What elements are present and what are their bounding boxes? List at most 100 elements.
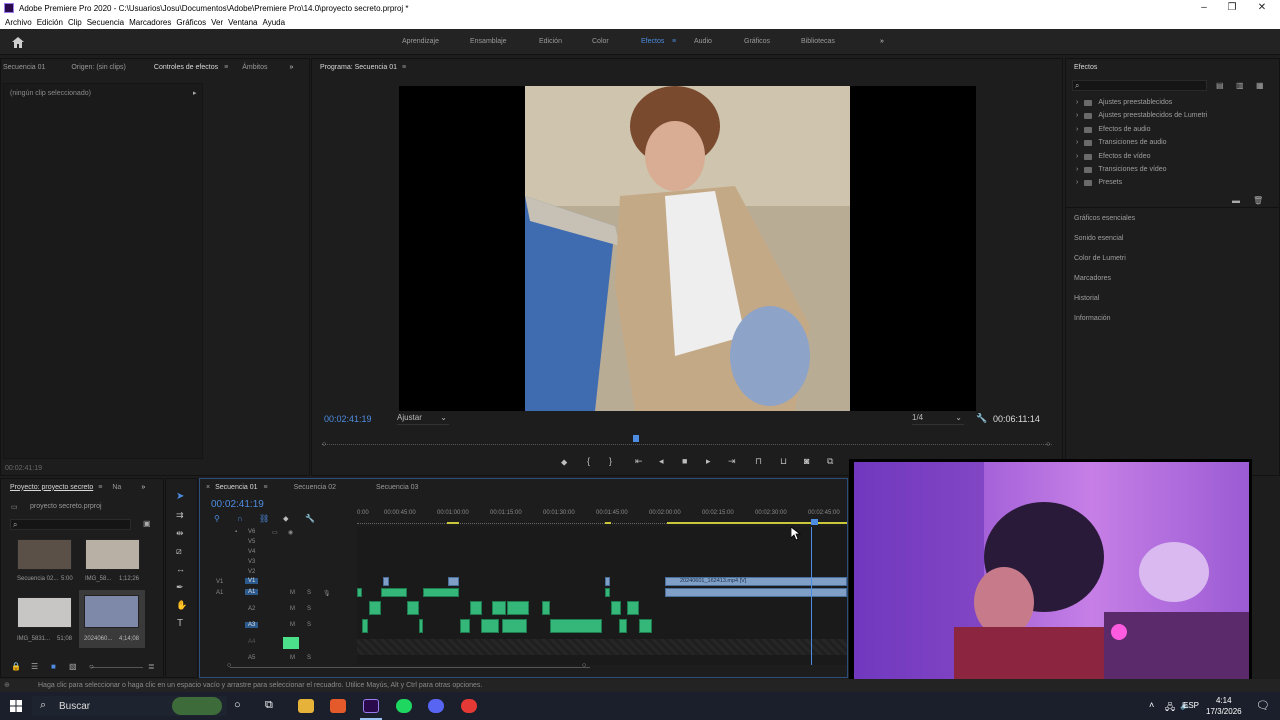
play-icon[interactable]: ▸ [706,456,711,467]
menu-graficos[interactable]: Gráficos [176,18,206,27]
discord-icon[interactable] [428,699,444,713]
project-item-selected[interactable]: 2024060... 4;14;08 [79,590,145,648]
timeline-ruler[interactable]: 0:00 00:00:45:00 00:01:00:00 00:01:15:00… [357,507,847,527]
scrollbar-right-handle[interactable]: ○ [582,662,586,669]
program-menu-icon[interactable]: ≡ [402,64,406,71]
audio-clip[interactable] [627,601,639,615]
timeline-close-icon[interactable]: × [206,484,210,491]
audio-clip[interactable] [460,619,470,633]
workspace-graficos[interactable]: Gráficos [744,38,770,45]
go-to-out-icon[interactable]: ⇥ [728,456,736,467]
tray-chevron-up-icon[interactable]: ˄ [1149,700,1154,710]
lock-icon[interactable]: 🔒 [11,662,21,671]
razor-tool-icon[interactable]: ⧄ [176,546,182,557]
snap-icon[interactable]: ∩ [237,514,243,523]
effects-folder-video-transitions[interactable]: › Transiciones de vídeo [1076,166,1167,173]
tab-media-browser[interactable]: Na [112,484,121,491]
track-area[interactable]: 20240601_162413.mp4 [V] [357,527,847,665]
menu-ventana[interactable]: Ventana [228,18,257,27]
32bit-effects-icon[interactable]: ▥ [1236,81,1244,90]
menu-ver[interactable]: Ver [211,18,223,27]
timeline-playhead[interactable] [811,519,818,525]
tab-secuencia-02[interactable]: Secuencia 02 [294,484,336,491]
project-search-input[interactable]: ⌕ [10,519,131,530]
mute-button[interactable]: M [290,655,295,661]
audio-clip[interactable] [470,601,482,615]
video-clip[interactable] [448,577,459,586]
audio-clip[interactable] [481,619,499,633]
audio-clip[interactable] [507,601,529,615]
compare-icon[interactable]: ⧉ [827,456,833,467]
workspace-bibliotecas[interactable]: Bibliotecas [801,38,835,45]
mark-out-icon[interactable]: } [609,456,612,466]
audio-clip[interactable] [492,601,506,615]
scrubber-end-handle[interactable]: ○ [1046,441,1050,448]
solo-button[interactable]: S [307,655,311,661]
workspace-ensamblaje[interactable]: Ensamblaje [470,38,507,45]
mute-button[interactable]: M [290,622,295,628]
effects-folder-audio-transitions[interactable]: › Transiciones de audio [1076,139,1167,146]
workspace-edicion[interactable]: Edición [539,38,562,45]
audio-clip[interactable] [357,588,362,597]
video-clip[interactable] [383,577,389,586]
panel-settings-icon[interactable]: ≣ [148,662,155,671]
workspace-color[interactable]: Color [592,38,609,45]
solo-button[interactable]: S [307,590,311,596]
menu-secuencia[interactable]: Secuencia [87,18,124,27]
project-item-thumb[interactable] [84,595,139,628]
audio-clip[interactable] [423,588,459,597]
lift-icon[interactable]: ⊓ [755,456,762,467]
panel-historial[interactable]: Historial [1074,295,1099,302]
clock-date[interactable]: 17/3/2026 [1206,707,1242,716]
language-indicator[interactable]: ESP [1183,701,1199,710]
yuv-effects-icon[interactable]: ▦ [1256,81,1264,90]
program-monitor-title[interactable]: Programa: Secuencia 01 [320,64,397,71]
audio-clip[interactable] [619,619,627,633]
selection-tool-icon[interactable]: ➤ [176,491,184,502]
workspace-audio[interactable]: Audio [694,38,712,45]
step-back-icon[interactable]: ◂ [659,456,664,467]
panel-color-lumetri[interactable]: Color de Lumetri [1074,255,1126,262]
file-explorer-icon[interactable] [298,699,314,713]
cortana-icon[interactable]: ○ [234,699,241,711]
project-item-thumb[interactable] [85,539,140,570]
more-workspaces-icon[interactable]: » [880,38,884,45]
workspace-menu-icon[interactable]: ≡ [672,38,676,45]
panel-sonido-esencial[interactable]: Sonido esencial [1074,235,1123,242]
effects-folder-presets[interactable]: › Ajustes preestablecidos [1076,99,1172,106]
timeline-menu-icon[interactable]: ≡ [264,484,268,491]
menu-marcadores[interactable]: Marcadores [129,18,171,27]
menu-clip[interactable]: Clip [68,18,82,27]
task-view-icon[interactable]: ⧉ [265,699,273,712]
add-marker-icon[interactable]: ⬥ [283,514,289,524]
fit-dropdown[interactable]: Ajustar ⌄ [397,413,449,425]
timeline-timecode[interactable]: 00:02:41:19 [211,499,264,510]
source-patch-v1[interactable]: V1 [216,579,223,585]
freeform-view-icon[interactable]: ▧ [69,662,77,671]
sync-icon[interactable]: ▭ [272,529,278,536]
audio-clip-a1[interactable] [665,588,847,597]
hand-tool-icon[interactable]: ✋ [176,600,187,611]
solo-button[interactable]: S [307,606,311,612]
effects-folder-audio-effects[interactable]: › Efectos de audio [1076,126,1151,133]
stop-icon[interactable]: ■ [682,456,687,466]
track-label-a3[interactable]: A3 [245,622,259,628]
list-view-icon[interactable]: ☰ [31,662,38,671]
windows-start-icon[interactable] [10,700,22,712]
audio-clip[interactable] [381,588,407,597]
wrench-icon[interactable]: 🔧 [976,413,987,424]
more-tabs-icon[interactable]: » [141,484,145,491]
effects-panel-title[interactable]: Efectos [1074,64,1097,71]
camera-icon[interactable]: ◙ [804,456,809,466]
zoom-slider-handle[interactable]: ○ [89,662,94,671]
notifications-icon[interactable]: 🗨 [1256,699,1270,712]
audio-clip[interactable] [611,601,621,615]
timeline-zoom-scrollbar[interactable]: ○ ○ [227,662,590,669]
audio-clip[interactable] [605,588,610,597]
workspace-aprendizaje[interactable]: Aprendizaje [402,38,439,45]
add-marker-icon[interactable]: ⬥ [561,457,567,468]
home-icon[interactable] [12,37,24,48]
program-playhead[interactable] [632,435,639,442]
microphone-icon[interactable]: 🎙 [323,590,331,597]
audio-clip[interactable] [407,601,419,615]
